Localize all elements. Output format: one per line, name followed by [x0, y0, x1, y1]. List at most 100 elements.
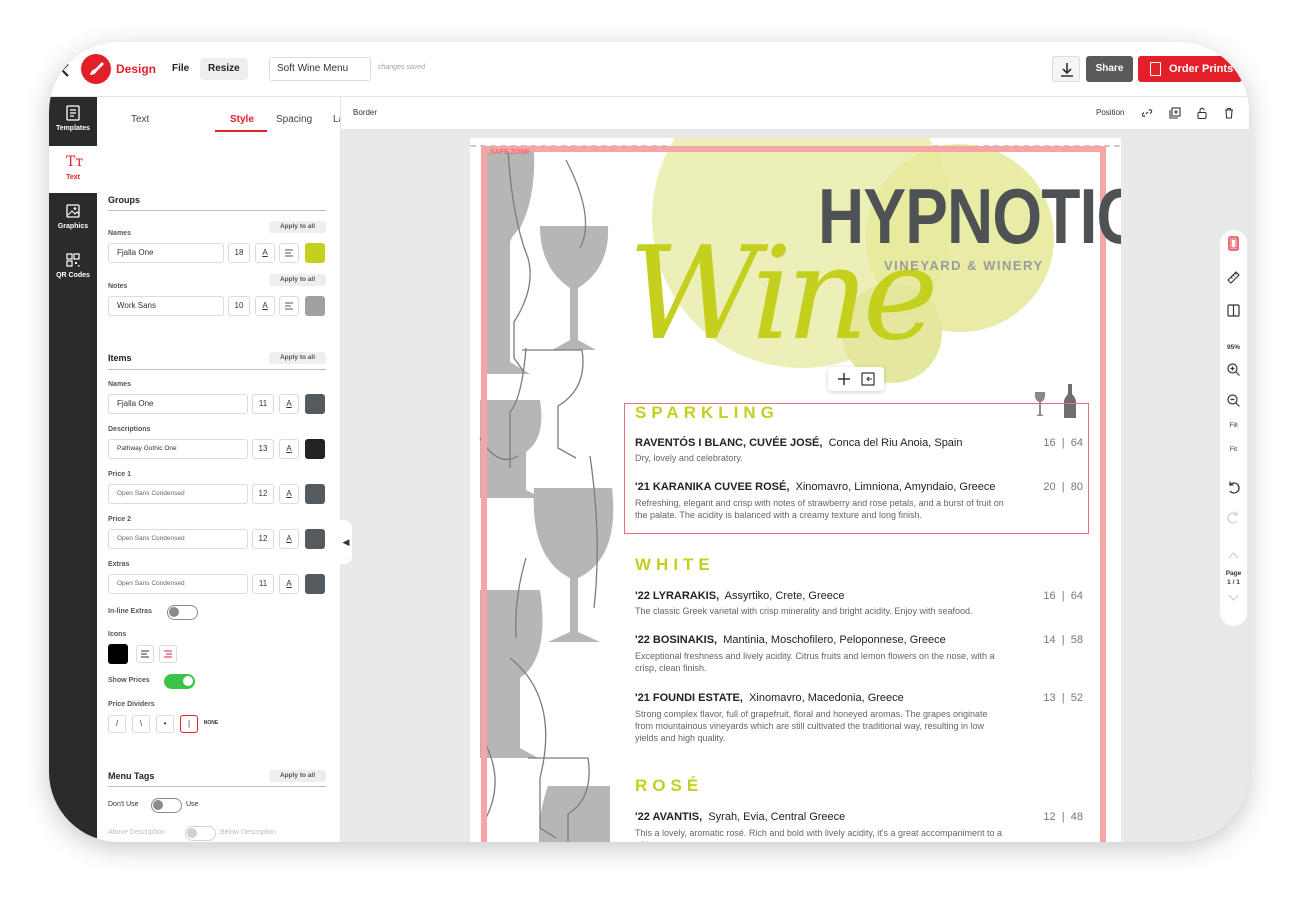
items-names-color-swatch[interactable]	[305, 394, 325, 414]
price-divider-slash-button[interactable]: /	[108, 715, 126, 733]
icons-align-left-button[interactable]	[136, 645, 154, 663]
brand-title[interactable]: HYPNOTIC	[818, 176, 1121, 256]
page-down-icon[interactable]	[1226, 590, 1241, 605]
section-title-rose[interactable]: ROSÉ	[635, 776, 703, 796]
sidebar-item-templates[interactable]: Templates	[49, 97, 97, 144]
safe-zone-label: SAFE ZONE	[490, 149, 531, 156]
below-description-label: Below Description	[220, 829, 277, 836]
show-prices-toggle[interactable]	[164, 674, 195, 689]
items-price2-color-swatch[interactable]	[305, 529, 325, 549]
items-price2-font-select[interactable]: Open Sans Condensed	[108, 529, 248, 549]
collapse-panel-button[interactable]: ◀	[340, 520, 352, 564]
price-divider-pipe-button[interactable]: |	[180, 715, 198, 733]
menu-tags-apply-all-button[interactable]: Apply to all	[269, 770, 326, 782]
resize-button[interactable]: Resize	[200, 58, 248, 80]
menu-item-name[interactable]: '22 LYRARAKIS, Assyrtiko, Crete, Greece	[635, 590, 844, 602]
tab-text[interactable]: Text	[131, 114, 149, 125]
items-price2-label: Price 2	[108, 516, 131, 523]
border-button[interactable]: Border	[353, 108, 377, 117]
ruler-icon[interactable]	[1226, 270, 1241, 285]
items-descriptions-font-select[interactable]: Pathway Gothic One	[108, 439, 248, 459]
brand-subtitle[interactable]: VINEYARD & WINERY	[884, 258, 1044, 273]
menu-tags-toggle[interactable]	[151, 798, 182, 813]
items-apply-all-button[interactable]: Apply to all	[269, 352, 326, 364]
icons-color-swatch[interactable]	[108, 644, 128, 664]
inline-extras-toggle[interactable]	[167, 605, 198, 620]
groups-names-font-select[interactable]: Fjalla One	[108, 243, 224, 263]
split-view-icon[interactable]	[1226, 303, 1241, 318]
sidebar-item-text[interactable]: Tт Text	[49, 146, 97, 193]
items-names-size-input[interactable]: 11	[252, 394, 274, 414]
menu-item-name[interactable]: '22 BOSINAKIS, Mantinia, Moschofilero, P…	[635, 634, 946, 646]
items-price1-color-swatch[interactable]	[305, 484, 325, 504]
groups-names-underline-button[interactable]: A	[255, 243, 275, 263]
groups-notes-size-input[interactable]: 10	[228, 296, 250, 316]
items-names-underline-button[interactable]: A	[279, 394, 299, 414]
zoom-in-icon[interactable]	[1226, 362, 1241, 377]
menu-item-name[interactable]: RAVENTÓS I BLANC, CUVÉE JOSÉ, Conca del …	[635, 437, 963, 449]
items-descriptions-underline-button[interactable]: A	[279, 439, 299, 459]
groups-notes-color-swatch[interactable]	[305, 296, 325, 316]
duplicate-icon[interactable]	[1169, 107, 1181, 119]
tab-style[interactable]: Style	[230, 114, 254, 125]
menu-item-name[interactable]: '21 KARANIKA CUVEE ROSÉ, Xinomavro, Limn…	[635, 481, 995, 493]
redo-icon[interactable]	[1226, 510, 1241, 525]
price-divider-backslash-button[interactable]: \	[132, 715, 150, 733]
order-prints-button[interactable]: Order Prints	[1138, 56, 1242, 82]
items-price1-underline-button[interactable]: A	[279, 484, 299, 504]
document-name-input[interactable]: Soft Wine Menu	[269, 57, 371, 81]
fill-button[interactable]: Fill	[1220, 422, 1247, 429]
tab-spacing[interactable]: Spacing	[276, 114, 312, 125]
file-menu[interactable]: File	[165, 58, 196, 80]
menu-item-name[interactable]: '22 AVANTIS, Syrah, Evia, Central Greece	[635, 811, 845, 823]
sidebar-item-qr-codes[interactable]: QR Codes	[49, 244, 97, 291]
menu-item-name[interactable]: '21 FOUNDI ESTATE, Xinomavro, Macedonia,…	[635, 692, 904, 704]
icons-align-right-button[interactable]	[159, 645, 177, 663]
price-divider-dot-button[interactable]: •	[156, 715, 174, 733]
groups-names-color-swatch[interactable]	[305, 243, 325, 263]
section-title-sparkling[interactable]: SPARKLING	[635, 403, 779, 423]
groups-names-apply-all-button[interactable]: Apply to all	[269, 221, 326, 233]
design-canvas[interactable]: SAFE ZONE Wine HYPNOTIC VINEYARD & WINER…	[341, 130, 1249, 842]
icons-label: Icons	[108, 631, 127, 638]
items-extras-font-select[interactable]: Open Sans Condensed	[108, 574, 248, 594]
add-icon[interactable]	[838, 373, 850, 385]
items-extras-underline-button[interactable]: A	[279, 574, 299, 594]
price-divider-none-button[interactable]: NONE	[201, 715, 221, 733]
groups-names-size-input[interactable]: 18	[228, 243, 250, 263]
zoom-rail: 95% Fill Fit Page 1 / 1	[1220, 230, 1247, 626]
items-extras-color-swatch[interactable]	[305, 574, 325, 594]
page-up-icon[interactable]	[1226, 548, 1241, 563]
link-icon[interactable]	[1141, 107, 1153, 119]
items-price1-size-input[interactable]: 12	[252, 484, 274, 504]
section-title-white[interactable]: WHITE	[635, 555, 715, 575]
groups-heading: Groups	[108, 195, 141, 205]
groups-notes-apply-all-button[interactable]: Apply to all	[269, 274, 326, 286]
insert-icon[interactable]	[861, 372, 875, 386]
sidebar-item-graphics[interactable]: Graphics	[49, 195, 97, 242]
trash-icon[interactable]	[1223, 107, 1235, 119]
items-extras-size-input[interactable]: 11	[252, 574, 274, 594]
download-button[interactable]	[1052, 56, 1080, 82]
groups-names-align-button[interactable]	[279, 243, 299, 263]
items-price2-size-input[interactable]: 12	[252, 529, 274, 549]
items-names-font-select[interactable]: Fjalla One	[108, 394, 248, 414]
page-icon[interactable]	[1226, 236, 1241, 251]
menu-page[interactable]: SAFE ZONE Wine HYPNOTIC VINEYARD & WINER…	[470, 138, 1121, 842]
position-button[interactable]: Position	[1096, 108, 1124, 117]
items-descriptions-size-input[interactable]: 13	[252, 439, 274, 459]
undo-icon[interactable]	[1226, 480, 1241, 495]
items-price1-font-select[interactable]: Open Sans Condensed	[108, 484, 248, 504]
share-button[interactable]: Share	[1086, 56, 1133, 82]
zoom-out-icon[interactable]	[1226, 393, 1241, 408]
groups-notes-underline-button[interactable]: A	[255, 296, 275, 316]
groups-notes-align-button[interactable]	[279, 296, 299, 316]
tab-layout[interactable]: Layout	[333, 114, 340, 125]
groups-notes-font-select[interactable]: Work Sans	[108, 296, 224, 316]
tag-position-toggle[interactable]	[185, 826, 216, 841]
items-price2-underline-button[interactable]: A	[279, 529, 299, 549]
fit-button[interactable]: Fit	[1220, 446, 1247, 453]
items-descriptions-color-swatch[interactable]	[305, 439, 325, 459]
unlock-icon[interactable]	[1196, 107, 1208, 119]
back-arrow-icon[interactable]	[57, 60, 73, 80]
